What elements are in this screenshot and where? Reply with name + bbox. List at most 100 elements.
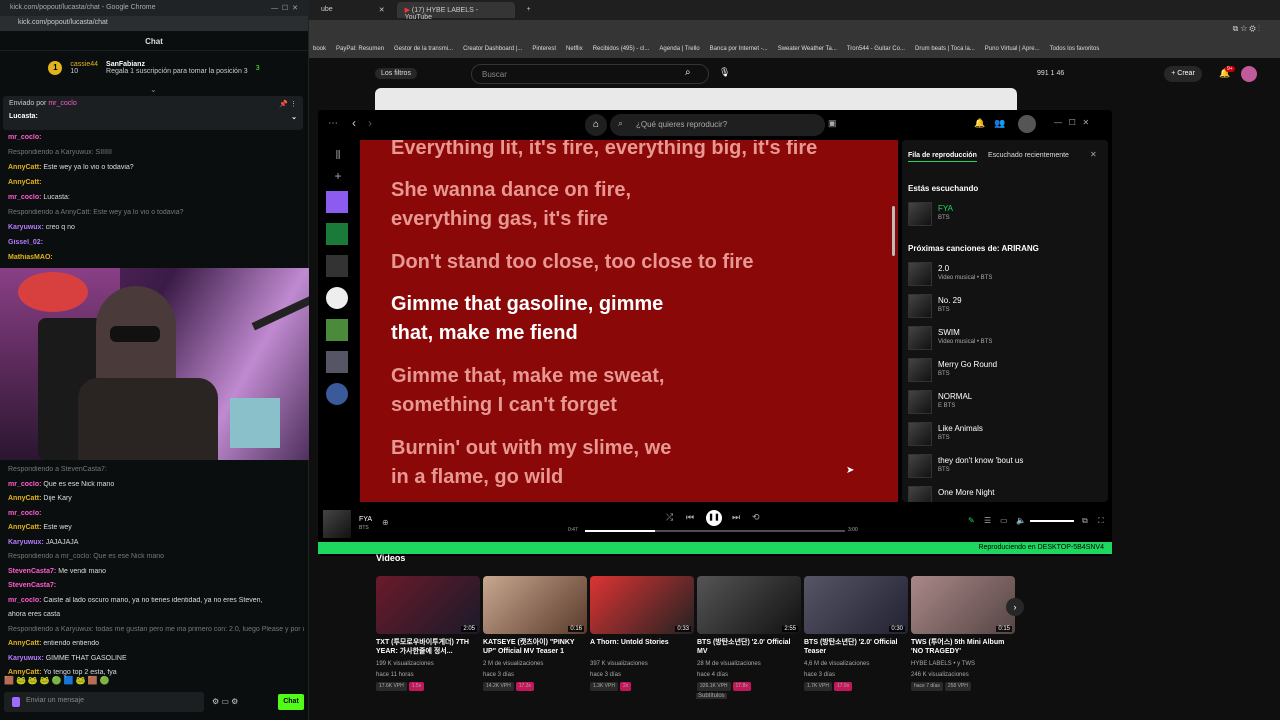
avatar[interactable] [1241, 66, 1257, 82]
tab-close-icon[interactable]: ✕ [371, 2, 393, 18]
video-title[interactable]: TWS (투어스) 5th Mini Album 'NO TRAGEDY' [911, 638, 1015, 658]
home-icon[interactable]: ⌂ [585, 114, 607, 136]
video-card[interactable]: 0:33 A Thorn: Untold Stories 397 K visuali… [590, 576, 694, 691]
chat-username[interactable]: mr_coclo: [8, 597, 43, 604]
chat-username[interactable]: Karyuwux: [8, 539, 46, 546]
video-title[interactable]: A Thorn: Untold Stories [590, 638, 694, 658]
video-card[interactable]: 2:55 BTS (방탄소년단) '2.0' Official MV 28 M de… [697, 576, 801, 691]
artist-icon-2[interactable] [326, 383, 348, 405]
bookmark-item[interactable]: PayPal: Resumen [336, 46, 384, 52]
video-card[interactable]: 0:15 TWS (투어스) 5th Mini Album 'NO TRAGEDY… [911, 576, 1015, 691]
playlist-icon[interactable] [326, 255, 348, 277]
bookmark-item[interactable]: Agenda | Trello [659, 46, 699, 52]
video-title[interactable]: BTS (방탄소년단) '2.0' Official Teaser [804, 638, 908, 658]
bookmark-item[interactable]: book [313, 46, 326, 52]
queue-item[interactable]: Merry Go Round BTS [908, 358, 1098, 384]
browser-toolbar-icons[interactable]: ⧉ ☆ ⚙ ⋮ [1233, 24, 1260, 34]
lyric-line[interactable]: Gimme that, make me sweat, something I c… [391, 362, 711, 420]
search-icon[interactable]: ⌕ [685, 67, 691, 78]
bookmark-item[interactable]: Creator Dashboard |... [463, 46, 522, 52]
bookmark-item[interactable]: Tron544 - Guitar Co... [847, 46, 905, 52]
volume-slider[interactable] [1030, 520, 1074, 522]
bookmark-item[interactable]: Banca por Internet -... [710, 46, 768, 52]
voice-search-icon[interactable]: 🎙 [719, 67, 730, 78]
chat-username[interactable]: MathiasMAO: [8, 254, 53, 261]
add-icon[interactable]: + [326, 169, 350, 183]
chat-username[interactable]: AnnyCatt: [8, 164, 43, 171]
reply-reference[interactable]: Respondiendo a Karyuwux: SIIIIII [8, 149, 112, 156]
lyric-line[interactable]: Don't stand too close, too close to fire [391, 248, 811, 277]
chat-username[interactable]: mr_coclo: [8, 481, 43, 488]
lyric-line[interactable]: Burnin' out with my slime, we in a flame… [391, 434, 691, 492]
friends-icon[interactable]: 👥 [994, 118, 1005, 129]
new-tab-icon[interactable]: + [519, 2, 539, 18]
fullscreen-icon[interactable]: ⛶ [1098, 516, 1104, 526]
player-track-title[interactable]: FYA [359, 516, 372, 523]
lyric-line[interactable]: She wanna dance on fire, everything gas,… [391, 176, 671, 234]
send-chat-button[interactable]: Chat [278, 694, 304, 710]
video-card[interactable]: 0:30 BTS (방탄소년단) '2.0' Official Teaser 4,6… [804, 576, 908, 691]
video-thumbnail[interactable]: 2:05 [376, 576, 480, 634]
bookmark-item[interactable]: Gestor de la transmi... [394, 46, 453, 52]
miniplayer-icon[interactable]: ⧉ [1082, 516, 1088, 526]
chat-username[interactable]: mr_coclo: [8, 134, 41, 141]
video-thumbnail[interactable]: 0:33 [590, 576, 694, 634]
tab-youtube[interactable]: ube [313, 2, 341, 18]
bookmark-item[interactable]: Netflix [566, 46, 583, 52]
player-album-art[interactable] [323, 510, 351, 538]
forward-icon[interactable]: › [368, 116, 372, 130]
close-icon[interactable]: ✕ [1090, 150, 1097, 159]
bookmark-item[interactable]: Sweater Weather Ta... [778, 46, 837, 52]
queue-item[interactable]: 2.0 Video musical • BTS [908, 262, 1098, 288]
bookmark-item[interactable]: Todos los favoritos [1050, 46, 1100, 52]
reply-reference[interactable]: Respondiendo a Karyuwux: todas me gustan… [8, 626, 304, 633]
address-bar[interactable]: ⧉ ☆ ⚙ ⋮ [309, 20, 1280, 40]
bookmark-item[interactable]: Pinterest [532, 46, 556, 52]
reply-reference[interactable]: Respondiendo a AnnyCatt: Este wey ya lo … [8, 209, 184, 216]
spotify-search-input[interactable]: ¿Qué quieres reproducir? [610, 114, 825, 136]
progress-bar[interactable] [585, 530, 845, 532]
tab-hybe-labels[interactable]: ▶ (17) HYBE LABELS - YouTube [396, 2, 515, 21]
filters-chip[interactable]: Los filtros [375, 68, 417, 79]
queue-item[interactable]: SWIM Video musical • BTS [908, 326, 1098, 352]
youtube-search-input[interactable]: Buscar [471, 64, 709, 84]
chat-username[interactable]: AnnyCatt: [8, 669, 43, 676]
browse-icon[interactable]: ▣ [828, 118, 837, 129]
chat-username[interactable]: Gissel_02: [8, 239, 43, 246]
bookmark-item[interactable]: Drum beats | Toca la... [915, 46, 975, 52]
leader-2[interactable]: SanFabianz Regala 1 suscripción para toma… [106, 61, 248, 75]
pinned-user[interactable]: mr_coclo [48, 100, 76, 107]
liked-songs-icon[interactable] [326, 191, 348, 213]
shuffle-icon[interactable]: ⤮ [666, 512, 673, 523]
now-playing-item[interactable]: FYA BTS [908, 202, 1098, 228]
album-icon-2[interactable] [326, 351, 348, 373]
queue-item[interactable]: NORMAL E BTS [908, 390, 1098, 416]
chat-username[interactable]: StevenCasta7: [8, 568, 58, 575]
lyric-line[interactable]: Everything lit, it's fire, everything bi… [391, 140, 898, 163]
spotify-avatar[interactable] [1018, 115, 1036, 133]
video-thumbnail[interactable]: 0:15 [911, 576, 1015, 634]
collapse-icon[interactable]: ⌄ [291, 113, 297, 121]
emote-icons[interactable]: ⚙ ▭ ⚙ [212, 697, 238, 706]
chat-username[interactable]: Karyuwux: [8, 655, 46, 662]
video-card[interactable]: 2:05 TXT (투모로우바이투게더) 7TH YEAR: 가사한줄에 정서..… [376, 576, 480, 691]
queue-icon[interactable]: ☰ [984, 516, 991, 525]
video-title[interactable]: KATSEYE (캣츠아이) "PINKY UP" Official MV Te… [483, 638, 587, 658]
create-button[interactable]: + Crear [1164, 66, 1202, 82]
previous-icon[interactable]: ⏮ [686, 512, 694, 523]
queue-item[interactable]: they don't know 'bout us BTS [908, 454, 1098, 480]
volume-icon[interactable]: 🔈 [1016, 516, 1026, 525]
video-title[interactable]: TXT (투모로우바이투게더) 7TH YEAR: 가사한줄에 정서... [376, 638, 480, 658]
leader-1[interactable]: cassie44 10 [70, 61, 98, 75]
repeat-icon[interactable]: ⟲ [752, 512, 760, 523]
pin-icon[interactable]: 📌 ⋮ [279, 100, 297, 108]
spotify-window-controls[interactable]: — ☐ ✕ [1054, 118, 1089, 127]
video-thumbnail[interactable]: 2:55 [697, 576, 801, 634]
queue-item[interactable]: One More Night [908, 486, 1098, 502]
lyrics-icon[interactable]: ✎ [968, 516, 975, 525]
reply-reference[interactable]: Respondiendo a mr_coclo: Que es ese Nick… [8, 553, 164, 560]
library-icon[interactable]: ⫼ [326, 150, 350, 161]
chat-username[interactable]: AnnyCatt: [8, 640, 43, 647]
tab-queue[interactable]: Fila de reproducción [908, 152, 977, 162]
chat-username[interactable]: mr_coclo: [8, 510, 41, 517]
